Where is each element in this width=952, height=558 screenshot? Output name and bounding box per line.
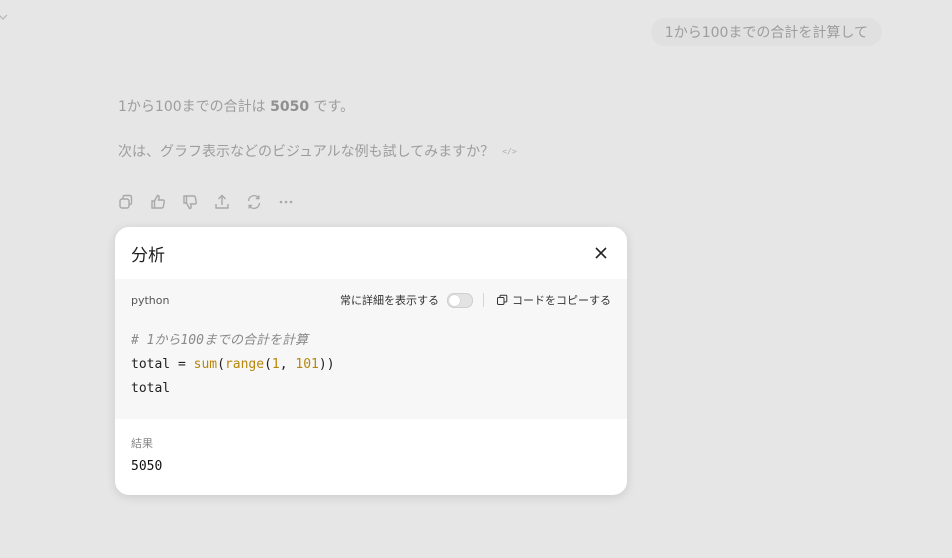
share-button[interactable]: [213, 193, 231, 211]
code-token: total =: [131, 357, 194, 372]
user-message-bubble: 1から100までの合計を計算して: [650, 18, 882, 46]
code-token: ,: [279, 357, 296, 372]
thumbs-down-icon: [183, 195, 197, 210]
code-comment: # 1から100までの合計を計算: [131, 333, 308, 348]
reply-text: 1から100までの合計は: [118, 99, 271, 115]
code-token-number: 1: [271, 357, 280, 372]
code-token-function: range: [224, 357, 265, 372]
code-line: # 1から100までの合計を計算: [131, 329, 611, 353]
thumbs-up-icon: [151, 194, 165, 209]
result-section: 結果 5050: [115, 419, 627, 474]
share-icon: [215, 194, 229, 209]
reply-text-suffix: です。: [309, 99, 355, 115]
reply-followup-text: 次は、グラフ表示などのビジュアルな例も試してみますか？: [118, 144, 495, 160]
assistant-reply-line1: 1から100までの合計は 5050 です。: [118, 96, 354, 116]
code-token: (: [264, 357, 272, 372]
code-token: (: [217, 357, 225, 372]
more-icon: [279, 200, 293, 204]
result-value: 5050: [131, 459, 163, 474]
code-toolbar: python 常に詳細を表示する コードをコピーする: [115, 279, 627, 321]
result-label: 結果: [131, 437, 153, 450]
dislike-button[interactable]: [181, 193, 199, 211]
user-message-text: 1から100までの合計を計算して: [664, 25, 868, 41]
code-toolbar-actions: 常に詳細を表示する コードをコピーする: [340, 292, 611, 308]
code-token-function: sum: [193, 357, 218, 372]
copy-code-button[interactable]: コードをコピーする: [496, 292, 611, 308]
toolbar-divider: [483, 293, 484, 307]
code-token: total: [131, 381, 171, 396]
assistant-reply-line2: 次は、グラフ表示などのビジュアルな例も試してみますか？ </>: [118, 141, 517, 161]
code-block: python 常に詳細を表示する コードをコピーする # 1から100までの合計…: [115, 279, 627, 419]
panel-title: 分析: [131, 245, 165, 266]
reply-result-bold: 5050: [270, 99, 310, 115]
show-details-toggle[interactable]: [447, 292, 473, 308]
regenerate-button[interactable]: [245, 193, 263, 211]
copy-icon: [497, 294, 508, 305]
code-line: total: [131, 377, 611, 401]
copy-code-label: コードをコピーする: [512, 294, 611, 307]
analysis-panel: 分析 python 常に詳細を表示する コードをコピーする # 1から100まで…: [115, 227, 627, 495]
like-button[interactable]: [149, 193, 167, 211]
code-line: total = sum(range(1, 101)): [131, 353, 611, 377]
code-token-number: 101: [295, 357, 319, 372]
close-button[interactable]: [591, 243, 611, 263]
regenerate-icon: [247, 194, 261, 210]
copy-icon: [119, 194, 133, 209]
code-marker-button[interactable]: </>: [502, 147, 516, 156]
language-label: python: [131, 293, 170, 307]
message-actions: [117, 193, 295, 211]
panel-header: 分析: [115, 227, 627, 279]
show-details-label: 常に詳細を表示する: [340, 294, 439, 307]
copy-button[interactable]: [117, 193, 135, 211]
chevron-down-icon[interactable]: [0, 12, 8, 22]
code-token: )): [318, 357, 335, 372]
chat-page: 1から100までの合計を計算して 1から100までの合計は 5050 です。 次…: [0, 0, 952, 558]
more-options-button[interactable]: [277, 193, 295, 211]
close-icon: [595, 247, 607, 259]
code-content: # 1から100までの合計を計算 total = sum(range(1, 101…: [115, 321, 627, 401]
